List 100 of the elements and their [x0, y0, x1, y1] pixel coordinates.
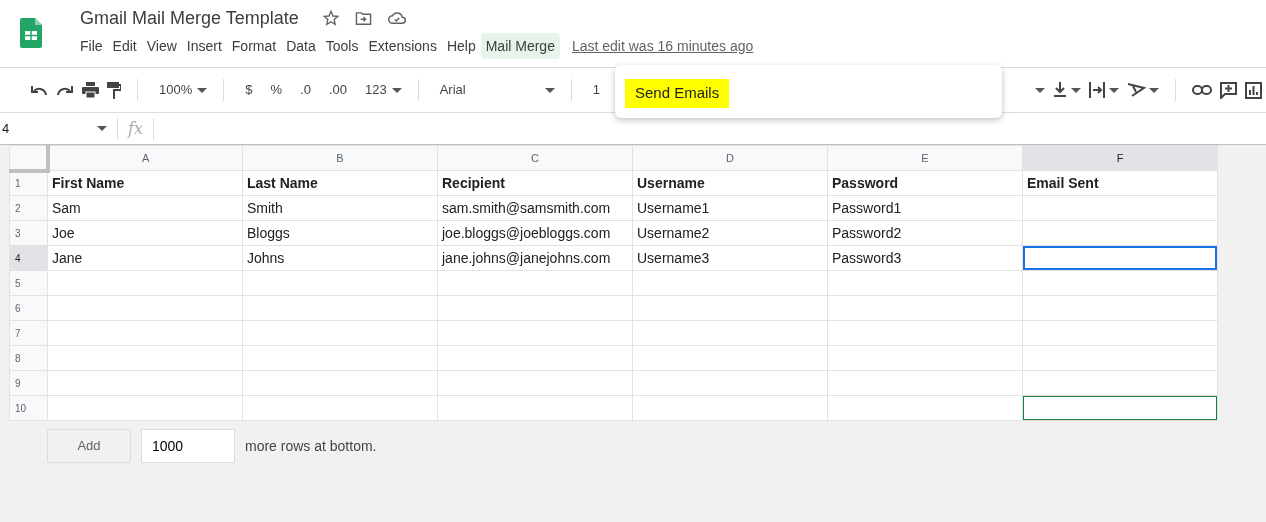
vertical-align-icon[interactable]	[1053, 82, 1081, 98]
menu-item[interactable]: Extensions	[363, 33, 442, 59]
table-cell[interactable]: Johns	[242, 245, 438, 271]
menu-item[interactable]: Help	[441, 33, 481, 59]
column-title-cell[interactable]: Username	[632, 170, 828, 196]
table-cell[interactable]	[242, 320, 438, 346]
column-title-cell[interactable]: First Name	[47, 170, 243, 196]
table-cell[interactable]	[827, 295, 1023, 321]
menu-item[interactable]: Tools	[320, 33, 364, 59]
row-header[interactable]: 5	[9, 270, 48, 296]
table-cell[interactable]	[242, 345, 438, 371]
table-cell[interactable]: Password1	[827, 195, 1023, 221]
table-cell[interactable]: Sam	[47, 195, 243, 221]
table-cell[interactable]	[437, 270, 633, 296]
table-cell[interactable]	[437, 320, 633, 346]
row-header[interactable]: 6	[9, 295, 48, 321]
table-cell[interactable]	[632, 270, 828, 296]
zoom-select[interactable]: 100%	[154, 78, 198, 102]
table-cell[interactable]	[1022, 245, 1218, 271]
move-folder-icon[interactable]	[354, 10, 372, 26]
table-cell[interactable]	[437, 370, 633, 396]
undo-icon[interactable]	[30, 84, 48, 96]
table-cell[interactable]	[1022, 345, 1218, 371]
text-wrap-icon[interactable]	[1089, 82, 1119, 98]
table-cell[interactable]	[827, 320, 1023, 346]
redo-icon[interactable]	[56, 84, 74, 96]
table-cell[interactable]	[1022, 270, 1218, 296]
star-icon[interactable]	[322, 10, 339, 26]
menu-item[interactable]: Mail Merge	[480, 33, 560, 59]
table-cell[interactable]	[437, 395, 633, 421]
table-cell[interactable]	[1022, 395, 1218, 421]
menu-item[interactable]: Edit	[107, 33, 142, 59]
cell-reference-field[interactable]: 4	[2, 118, 97, 139]
table-cell[interactable]	[47, 370, 243, 396]
last-edit-link[interactable]: Last edit was 16 minutes ago	[571, 35, 754, 57]
table-cell[interactable]: Bloggs	[242, 220, 438, 246]
table-cell[interactable]	[1022, 370, 1218, 396]
table-cell[interactable]: Password3	[827, 245, 1023, 271]
table-cell[interactable]: Password2	[827, 220, 1023, 246]
column-title-cell[interactable]: Last Name	[242, 170, 438, 196]
table-cell[interactable]	[47, 270, 243, 296]
column-header[interactable]: C	[437, 145, 633, 171]
table-cell[interactable]	[47, 395, 243, 421]
row-header[interactable]: 8	[9, 345, 48, 371]
table-cell[interactable]: Joe	[47, 220, 243, 246]
text-rotation-icon[interactable]	[1127, 82, 1159, 98]
increase-decimal-button[interactable]: .00	[323, 78, 352, 102]
column-header[interactable]: D	[632, 145, 828, 171]
table-cell[interactable]	[1022, 220, 1218, 246]
table-cell[interactable]: joe.bloggs@joebloggs.com	[437, 220, 633, 246]
link-icon[interactable]	[1192, 85, 1212, 95]
table-cell[interactable]	[827, 345, 1023, 371]
row-header[interactable]: 3	[9, 220, 48, 246]
row-header[interactable]: 9	[9, 370, 48, 396]
decrease-decimal-button[interactable]: .0	[295, 78, 316, 102]
chart-icon[interactable]	[1245, 81, 1262, 99]
row-header[interactable]: 7	[9, 320, 48, 346]
menu-item[interactable]: File	[75, 33, 108, 59]
table-cell[interactable]	[1022, 195, 1218, 221]
percent-format-button[interactable]: %	[265, 78, 288, 102]
comment-icon[interactable]	[1220, 81, 1237, 99]
table-cell[interactable]	[47, 345, 243, 371]
print-icon[interactable]	[82, 82, 99, 98]
add-rows-button[interactable]: Add	[47, 429, 131, 463]
table-cell[interactable]: Username2	[632, 220, 828, 246]
column-header[interactable]: F	[1022, 145, 1218, 171]
row-header[interactable]: 4	[9, 245, 48, 271]
table-cell[interactable]: Username3	[632, 245, 828, 271]
font-size-field[interactable]: 1	[587, 78, 605, 102]
table-cell[interactable]: Jane	[47, 245, 243, 271]
column-header[interactable]: A	[47, 145, 243, 171]
menu-item[interactable]: Insert	[181, 33, 227, 59]
column-header[interactable]: B	[242, 145, 438, 171]
document-title[interactable]: Gmail Mail Merge Template	[80, 6, 299, 30]
row-header[interactable]: 10	[9, 395, 48, 421]
table-cell[interactable]	[242, 270, 438, 296]
table-cell[interactable]	[632, 295, 828, 321]
table-cell[interactable]	[632, 320, 828, 346]
paint-format-icon[interactable]	[107, 81, 121, 99]
table-cell[interactable]	[827, 395, 1023, 421]
column-title-cell[interactable]: Recipient	[437, 170, 633, 196]
table-cell[interactable]	[437, 295, 633, 321]
table-cell[interactable]	[1022, 295, 1218, 321]
row-header[interactable]: 2	[9, 195, 48, 221]
table-cell[interactable]	[1022, 320, 1218, 346]
number-format-select[interactable]: 123	[359, 78, 392, 102]
menu-item[interactable]: Send Emails	[625, 79, 730, 108]
table-cell[interactable]	[242, 395, 438, 421]
table-cell[interactable]	[827, 270, 1023, 296]
menu-item[interactable]: View	[141, 33, 182, 59]
table-cell[interactable]: sam.smith@samsmith.com	[437, 195, 633, 221]
cloud-icon[interactable]	[387, 11, 406, 25]
column-title-cell[interactable]: Password	[827, 170, 1023, 196]
table-cell[interactable]: Smith	[242, 195, 438, 221]
table-cell[interactable]	[827, 370, 1023, 396]
table-cell[interactable]: jane.johns@janejohns.com	[437, 245, 633, 271]
table-cell[interactable]	[242, 295, 438, 321]
font-select[interactable]: Arial	[434, 78, 471, 102]
row-count-field[interactable]: 1000	[141, 429, 235, 463]
table-cell[interactable]: Username1	[632, 195, 828, 221]
